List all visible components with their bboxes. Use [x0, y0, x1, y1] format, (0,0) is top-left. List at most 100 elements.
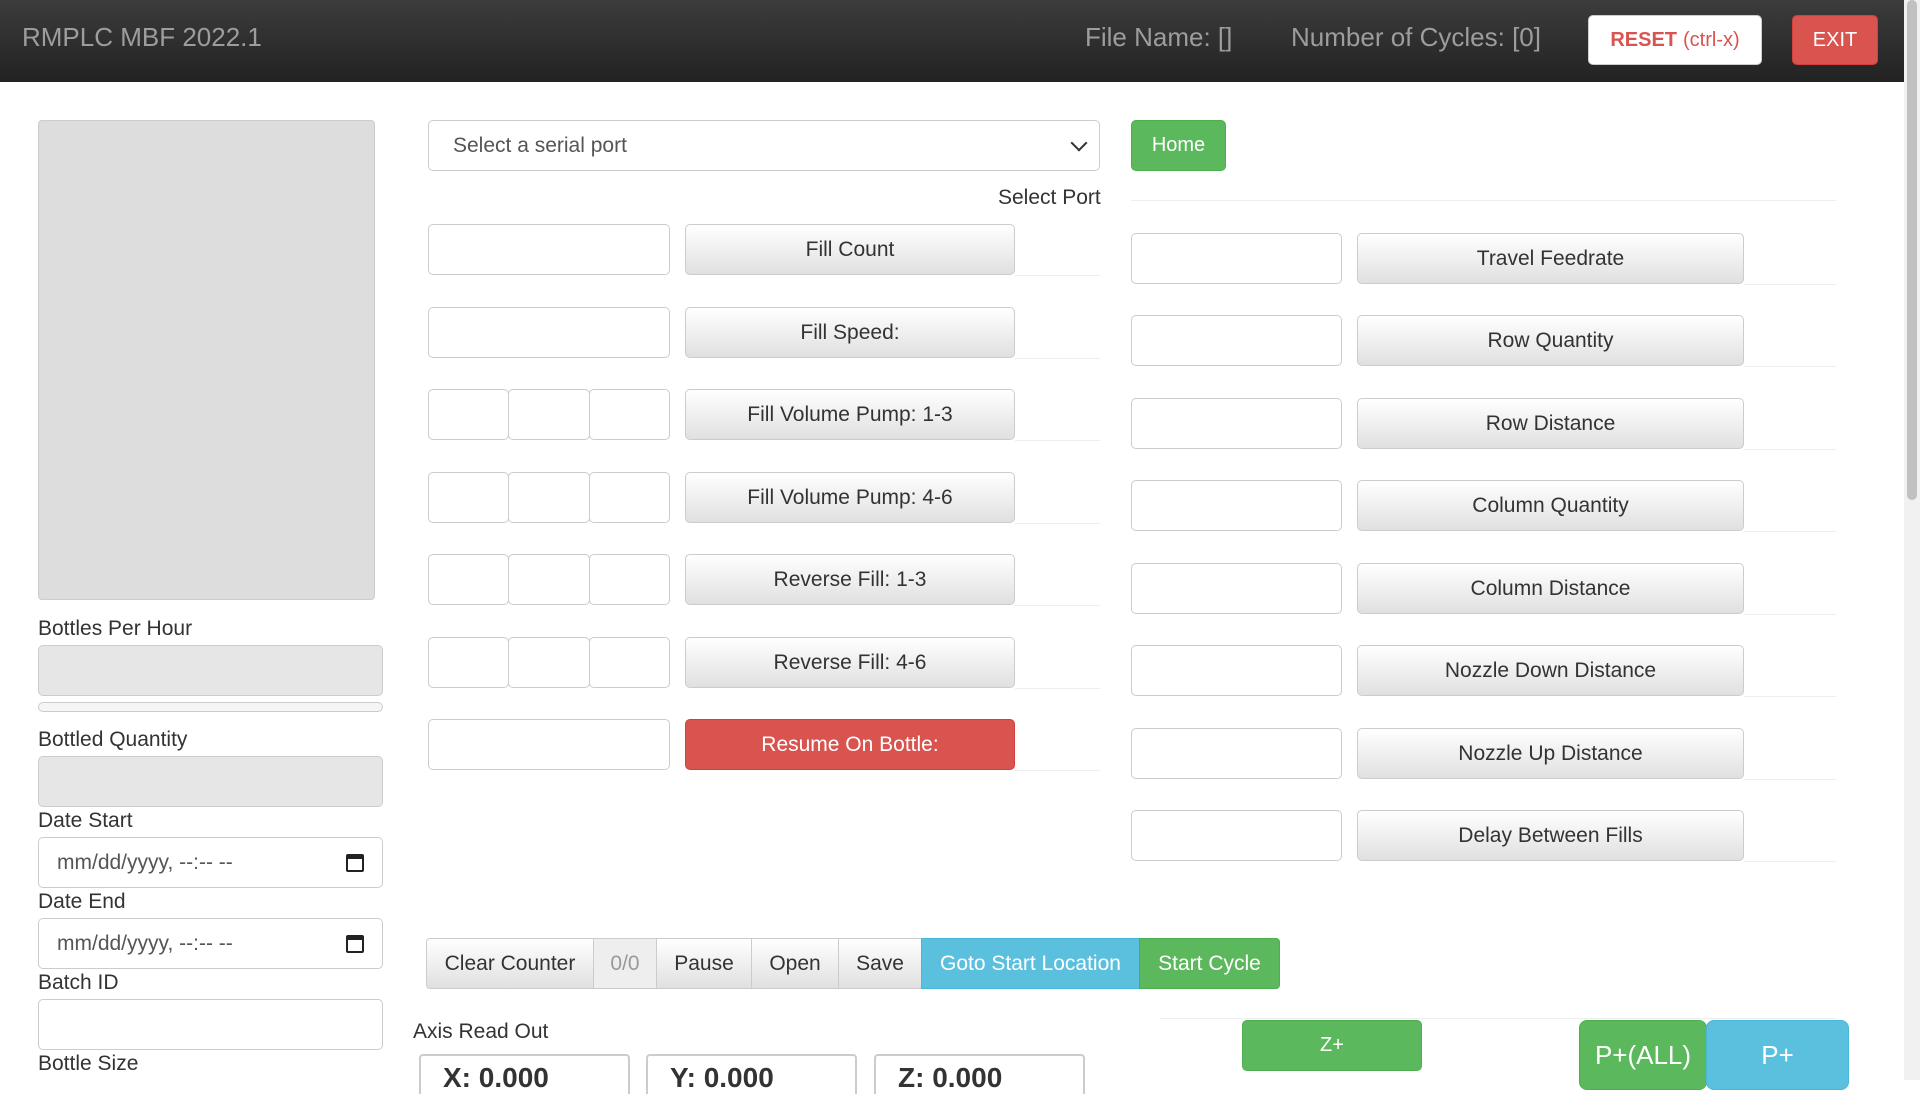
divider: [1015, 440, 1100, 441]
top-navbar: RMPLC MBF 2022.1 File Name: [] Number of…: [0, 0, 1904, 82]
divider: [1131, 200, 1836, 201]
calendar-icon[interactable]: [346, 853, 364, 872]
fill-volume-1-3-button[interactable]: Fill Volume Pump: 1-3: [685, 389, 1015, 440]
fill-volume-pump-4-input[interactable]: [428, 472, 509, 523]
row-quantity-input[interactable]: [1131, 315, 1342, 366]
travel-feedrate-input[interactable]: [1131, 233, 1342, 284]
fill-volume-pump-6-input[interactable]: [589, 472, 670, 523]
reverse-fill-1-input[interactable]: [428, 554, 509, 605]
scrollbar-thumb[interactable]: [1907, 0, 1917, 500]
divider: [1744, 284, 1836, 285]
reverse-fill-4-6-button[interactable]: Reverse Fill: 4-6: [685, 637, 1015, 688]
reverse-fill-5-input[interactable]: [508, 637, 590, 688]
fill-volume-pump-3-input[interactable]: [589, 389, 670, 440]
divider: [1015, 688, 1100, 689]
date-start-input[interactable]: mm/dd/yyyy, --:-- --: [38, 837, 383, 888]
camera-preview: [38, 120, 375, 600]
reset-button[interactable]: RESET (ctrl-x): [1588, 15, 1762, 65]
chevron-down-icon: [1070, 134, 1088, 151]
column-distance-button[interactable]: Column Distance: [1357, 563, 1744, 614]
reverse-fill-2-input[interactable]: [508, 554, 590, 605]
bottled-quantity-label: Bottled Quantity: [38, 728, 188, 751]
fill-volume-pump-2-input[interactable]: [508, 389, 590, 440]
row-distance-input[interactable]: [1131, 398, 1342, 449]
counter-display: 0/0: [593, 938, 657, 989]
nozzle-down-distance-button[interactable]: Nozzle Down Distance: [1357, 645, 1744, 696]
fill-count-button[interactable]: Fill Count: [685, 224, 1015, 275]
reverse-fill-1-3-button[interactable]: Reverse Fill: 1-3: [685, 554, 1015, 605]
fill-speed-input[interactable]: [428, 307, 670, 358]
travel-feedrate-button[interactable]: Travel Feedrate: [1357, 233, 1744, 284]
save-button[interactable]: Save: [838, 938, 922, 989]
fill-volume-4-6-button[interactable]: Fill Volume Pump: 4-6: [685, 472, 1015, 523]
date-end-label: Date End: [38, 890, 126, 913]
app-title: RMPLC MBF 2022.1: [22, 22, 262, 52]
column-quantity-button[interactable]: Column Quantity: [1357, 480, 1744, 531]
divider: [1744, 614, 1836, 615]
divider: [1744, 861, 1836, 862]
reverse-fill-3-input[interactable]: [589, 554, 670, 605]
divider: [1015, 605, 1100, 606]
batch-id-label: Batch ID: [38, 971, 119, 994]
fill-speed-button[interactable]: Fill Speed:: [685, 307, 1015, 358]
delay-between-fills-button[interactable]: Delay Between Fills: [1357, 810, 1744, 861]
divider: [1744, 449, 1836, 450]
serial-port-select[interactable]: Select a serial port: [428, 120, 1100, 171]
date-end-placeholder: mm/dd/yyyy, --:-- --: [57, 931, 233, 955]
reset-shortcut: (ctrl-x): [1683, 28, 1740, 51]
resume-on-bottle-button[interactable]: Resume On Bottle:: [685, 719, 1015, 770]
divider: [1015, 275, 1100, 276]
axis-x-readout: X: 0.000: [419, 1054, 630, 1094]
pause-button[interactable]: Pause: [656, 938, 752, 989]
fill-count-input[interactable]: [428, 224, 670, 275]
date-start-label: Date Start: [38, 809, 133, 832]
row-quantity-button[interactable]: Row Quantity: [1357, 315, 1744, 366]
cycle-control-group: Clear Counter 0/0 Pause Open Save Goto S…: [426, 938, 1280, 989]
reset-button-label: RESET: [1610, 28, 1678, 51]
batch-id-input[interactable]: [38, 999, 383, 1050]
axis-y-readout: Y: 0.000: [646, 1054, 857, 1094]
z-plus-button[interactable]: Z+: [1242, 1020, 1422, 1071]
file-name-label: File Name: []: [1085, 22, 1233, 52]
bottles-per-hour-label: Bottles Per Hour: [38, 617, 193, 640]
axis-z-readout: Z: 0.000: [874, 1054, 1085, 1094]
date-start-placeholder: mm/dd/yyyy, --:-- --: [57, 850, 233, 874]
progress-bar: [38, 702, 383, 712]
fill-volume-pump-1-input[interactable]: [428, 389, 509, 440]
divider: [1015, 523, 1100, 524]
bottled-quantity-field: [38, 756, 383, 807]
reverse-fill-6-input[interactable]: [589, 637, 670, 688]
date-end-input[interactable]: mm/dd/yyyy, --:-- --: [38, 918, 383, 969]
divider: [1744, 366, 1836, 367]
delay-between-fills-input[interactable]: [1131, 810, 1342, 861]
clear-counter-button[interactable]: Clear Counter: [426, 938, 594, 989]
bottle-size-label: Bottle Size: [38, 1052, 139, 1075]
exit-button[interactable]: EXIT: [1792, 15, 1878, 65]
calendar-icon[interactable]: [346, 934, 364, 953]
nozzle-up-distance-button[interactable]: Nozzle Up Distance: [1357, 728, 1744, 779]
divider: [1744, 531, 1836, 532]
nozzle-up-distance-input[interactable]: [1131, 728, 1342, 779]
divider: [1015, 770, 1100, 771]
select-port-label: Select Port: [998, 186, 1101, 209]
divider: [1744, 779, 1836, 780]
divider: [1015, 358, 1100, 359]
divider: [1744, 696, 1836, 697]
column-distance-input[interactable]: [1131, 563, 1342, 614]
page-scrollbar[interactable]: [1904, 0, 1920, 1080]
open-button[interactable]: Open: [751, 938, 839, 989]
divider: [1160, 1018, 1836, 1019]
reverse-fill-4-input[interactable]: [428, 637, 509, 688]
goto-start-location-button[interactable]: Goto Start Location: [921, 938, 1140, 989]
resume-on-bottle-input[interactable]: [428, 719, 670, 770]
row-distance-button[interactable]: Row Distance: [1357, 398, 1744, 449]
nozzle-down-distance-input[interactable]: [1131, 645, 1342, 696]
start-cycle-button[interactable]: Start Cycle: [1139, 938, 1280, 989]
cycles-count-label: Number of Cycles: [0]: [1291, 22, 1541, 52]
fill-volume-pump-5-input[interactable]: [508, 472, 590, 523]
serial-port-selected: Select a serial port: [453, 133, 627, 157]
axis-readout-label: Axis Read Out: [413, 1020, 549, 1043]
bottles-per-hour-field: [38, 645, 383, 696]
column-quantity-input[interactable]: [1131, 480, 1342, 531]
home-button[interactable]: Home: [1131, 120, 1226, 171]
